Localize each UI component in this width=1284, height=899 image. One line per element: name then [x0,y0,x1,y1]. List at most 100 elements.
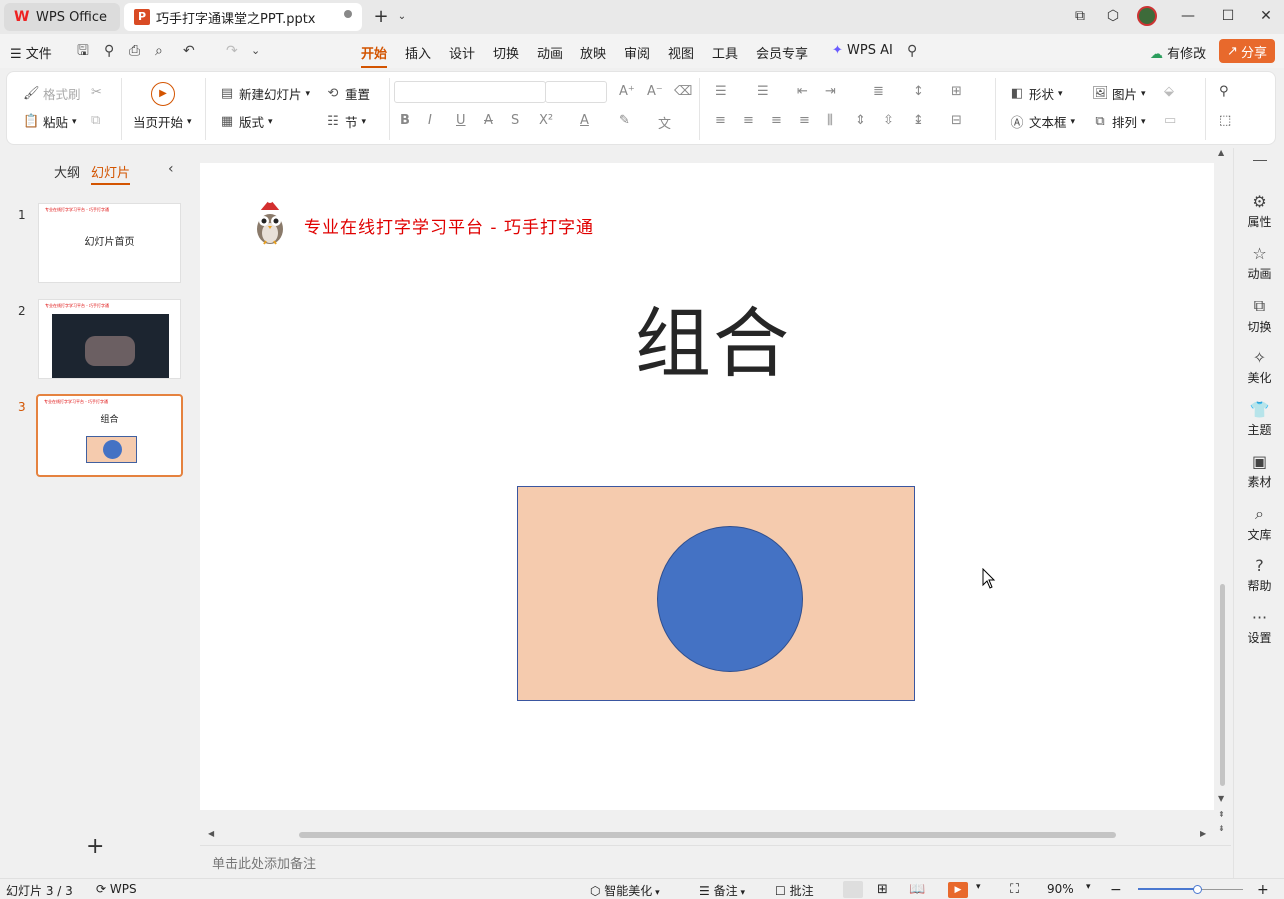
font-shrink-icon[interactable]: A⁻ [647,84,663,99]
tab-list-chevron-icon[interactable]: ⌄ [392,0,412,32]
columns-icon[interactable]: ⫼ [827,113,833,128]
numbered-list-icon[interactable]: ☰ [757,84,769,99]
zoom-slider[interactable] [1138,885,1243,894]
tab-document[interactable]: P 巧手打字通课堂之PPT.pptx [124,3,362,31]
prev-slide-icon[interactable]: ⇞ [1218,810,1225,819]
chevron-down-icon[interactable]: ▾ [1086,882,1091,892]
scroll-right-icon[interactable]: ▶ [1200,829,1206,838]
panel-collapse-icon[interactable] [1253,160,1267,161]
undo-icon[interactable]: ↶ [183,43,195,59]
panel-theme[interactable]: 👕 主题 [1234,400,1284,438]
save-icon[interactable]: 🖫 [77,43,89,59]
arrange-button[interactable]: ⧉ 排列 ▾ [1092,112,1145,131]
notes-placeholder[interactable]: 单击此处添加备注 [212,853,316,872]
tab-slideshow[interactable]: 放映 [580,43,606,62]
slide-thumbnail-1[interactable]: 专业在线打字学习平台 - 巧手打字通 幻灯片首页 [38,203,181,283]
italic-icon[interactable]: I [428,113,432,128]
find-icon[interactable]: ⚲ [1219,84,1229,99]
search-icon[interactable]: ⚲ [907,43,917,59]
circle-shape[interactable] [657,526,803,672]
reset-button[interactable]: ⟲ 重置 [325,84,370,103]
has-changes-button[interactable]: ☁ 有修改 [1150,43,1206,62]
section-button[interactable]: ☷ 节 ▾ [325,112,366,131]
highlight-icon[interactable]: ✎ [619,113,630,128]
tab-member[interactable]: 会员专享 [756,43,808,62]
print-preview-icon[interactable]: ⌕ [155,43,163,59]
tab-tools[interactable]: 工具 [712,43,738,62]
new-slide-button[interactable]: ▤ 新建幻灯片 ▾ [219,84,310,103]
scroll-up-icon[interactable]: ▲ [1218,148,1224,157]
align-left-icon[interactable]: ≡ [715,113,726,128]
add-slide-plus-icon[interactable]: + [86,834,104,859]
smart-beautify-button[interactable]: ⬡ 智能美化 ▾ [590,882,660,899]
play-from-current-button[interactable]: 当页开始 ▾ [133,112,192,131]
tab-review[interactable]: 审阅 [624,43,650,62]
tab-design[interactable]: 设计 [449,43,475,62]
line-spacing-icon[interactable]: ↕ [913,84,924,99]
zoom-out-icon[interactable]: − [1110,882,1122,898]
wps-status-button[interactable]: ⟳ WPS [96,882,137,896]
increase-indent-icon[interactable]: ⇥ [825,84,836,99]
textbox-button[interactable]: Ⓐ 文本框 ▾ [1009,112,1075,131]
unsaved-dot-icon[interactable] [344,10,352,18]
share-button[interactable]: ↗ 分享 [1219,39,1275,63]
slide-thumbnail-3[interactable]: 专业在线打字学习平台 - 巧手打字通 组合 [36,394,183,477]
fit-window-icon[interactable]: ⛶ [1010,882,1019,897]
collapse-panel-icon[interactable]: ‹ [168,161,174,177]
maximize-icon[interactable]: ☐ [1208,0,1248,32]
slide[interactable]: 专业在线打字学习平台 - 巧手打字通 组合 [200,163,1214,810]
bold-icon[interactable]: B [400,113,410,128]
normal-view-icon[interactable] [843,881,863,898]
layout-button[interactable]: ▦ 版式 ▾ [219,112,273,131]
scroll-down-icon[interactable]: ▼ [1218,794,1224,803]
scroll-left-icon[interactable]: ◀ [208,829,214,838]
tab-animation[interactable]: 动画 [537,43,563,62]
panel-help[interactable]: ? 帮助 [1234,556,1284,594]
paste-button[interactable]: 📋 粘贴 ▾ [23,112,77,131]
bullet-list-icon[interactable]: ☰ [715,84,727,99]
slideshow-play-icon[interactable]: ▶ [948,882,968,898]
print-icon[interactable]: ⎙ [129,43,140,59]
font-grow-icon[interactable]: A⁺ [619,84,635,99]
tab-home[interactable]: 开始 [361,43,388,68]
paragraph-spacing-icon[interactable]: ⇳ [883,113,894,128]
eraser-icon[interactable]: ⌫ [674,84,692,99]
slide-thumbnail-2[interactable]: 专业在线打字学习平台 - 巧手打字通 [38,299,181,379]
panel-material[interactable]: ▣ 素材 [1234,452,1284,490]
horizontal-scrollbar[interactable]: ◀ ▶ [200,827,1214,843]
comments-button[interactable]: ☐ 批注 [775,882,814,899]
tab-transition[interactable]: 切换 [493,43,519,62]
text-box-align-icon[interactable]: ⊟ [951,113,962,128]
font-size-select[interactable] [545,81,607,103]
reading-view-icon[interactable]: 📖 [909,882,925,897]
align-right-icon[interactable]: ≡ [771,113,782,128]
phonetic-icon[interactable]: 文 [658,113,671,132]
tab-slides[interactable]: 幻灯片 [91,162,131,185]
zoom-in-icon[interactable]: + [1257,882,1269,898]
notes-area[interactable]: 单击此处添加备注 [200,845,1231,877]
zoom-level[interactable]: 90% [1047,882,1074,896]
tab-view[interactable]: 视图 [668,43,694,62]
underline-icon[interactable]: U [456,113,466,128]
decrease-indent-icon[interactable]: ⇤ [797,84,808,99]
close-icon[interactable]: ✕ [1246,0,1284,32]
zoom-slider-thumb[interactable] [1192,885,1202,894]
line-height-icon[interactable]: ↨ [913,113,924,128]
slide-sorter-view-icon[interactable]: ⊞ [877,882,888,897]
panel-settings[interactable]: ··· 设置 [1234,608,1284,646]
tab-insert[interactable]: 插入 [405,43,431,62]
avatar[interactable] [1127,0,1167,32]
shape-button[interactable]: ◧ 形状 ▾ [1009,84,1063,103]
panel-animation[interactable]: ☆ 动画 [1234,244,1284,282]
superscript-icon[interactable]: X² [539,113,553,128]
tab-outline[interactable]: 大纲 [54,162,80,181]
slide-title[interactable]: 组合 [200,282,1214,392]
panel-transition[interactable]: ⧉ 切换 [1234,296,1284,335]
vertical-scroll-thumb[interactable] [1220,584,1225,786]
file-menu[interactable]: ☰ 文件 [10,43,52,62]
wps-ai-button[interactable]: ✦ WPS AI [832,43,893,58]
panel-library[interactable]: ⌕ 文库 [1234,504,1284,543]
font-name-select[interactable] [394,81,546,103]
vertical-scrollbar[interactable]: ▲ ▼ ⇞ ⇟ [1214,148,1231,838]
horizontal-scroll-thumb[interactable] [299,832,1116,838]
